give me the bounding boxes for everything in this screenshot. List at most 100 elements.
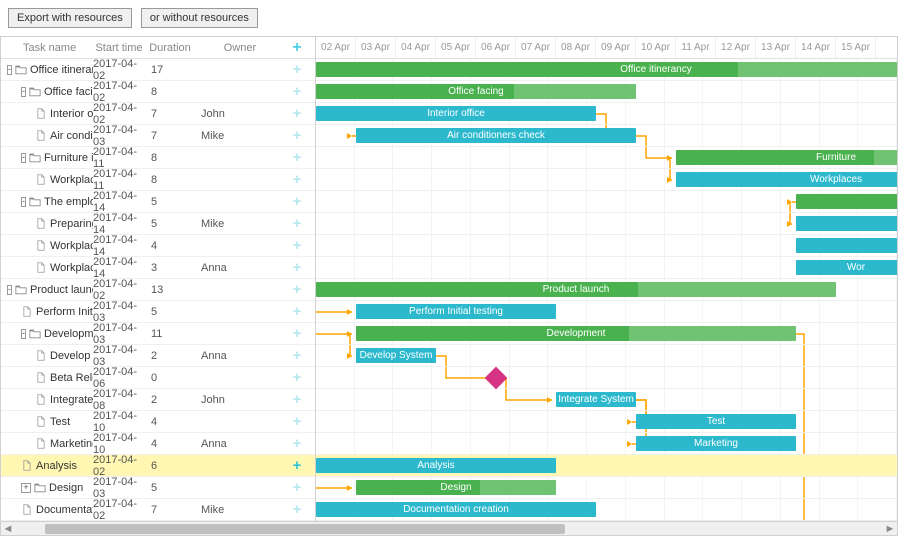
grid-row[interactable]: Preparing workplaces2017-04-145Mike+ [1, 213, 315, 235]
grid-row[interactable]: +Design2017-04-035+ [1, 477, 315, 499]
timeline-cell: 02 Apr [316, 37, 356, 58]
task-start: 2017-04-08 [93, 388, 145, 412]
task-bar[interactable]: Wor [796, 260, 897, 275]
add-subtask-button[interactable]: + [285, 281, 309, 298]
file-icon [35, 174, 47, 185]
task-owner: Anna [195, 438, 285, 450]
add-subtask-button[interactable]: + [285, 105, 309, 122]
add-subtask-button[interactable]: + [285, 237, 309, 254]
col-header-duration[interactable]: Duration [145, 42, 195, 54]
grid-row[interactable]: Integrate System2017-04-082John+ [1, 389, 315, 411]
group-bar[interactable]: Office facing [316, 84, 636, 99]
collapse-toggle[interactable]: - [21, 87, 26, 97]
col-header-name[interactable]: Task name [1, 42, 93, 54]
task-bar[interactable] [796, 238, 897, 253]
add-subtask-button[interactable]: + [285, 347, 309, 364]
task-bar[interactable] [796, 216, 897, 231]
group-bar[interactable]: Development [356, 326, 796, 341]
add-subtask-button[interactable]: + [285, 325, 309, 342]
file-icon [21, 460, 33, 471]
grid-row[interactable]: -Furniture installation2017-04-118+ [1, 147, 315, 169]
expand-toggle[interactable]: + [21, 483, 31, 493]
scroll-thumb[interactable] [45, 524, 565, 534]
grid-row[interactable]: -The employee relocation2017-04-145+ [1, 191, 315, 213]
add-subtask-button[interactable]: + [285, 127, 309, 144]
task-bar[interactable]: Interior office [316, 106, 596, 121]
add-subtask-button[interactable]: + [285, 193, 309, 210]
chart-row: Integrate System [316, 389, 897, 411]
task-bar[interactable]: Analysis [316, 458, 556, 473]
task-bar[interactable]: Documentation creation [316, 502, 596, 517]
task-name: Office facing [44, 86, 93, 98]
add-subtask-button[interactable]: + [285, 479, 309, 496]
grid-row[interactable]: Workplaces preparation2017-04-118+ [1, 169, 315, 191]
collapse-toggle[interactable]: - [7, 285, 12, 295]
grid-row[interactable]: -Office facing2017-04-028+ [1, 81, 315, 103]
grid-row[interactable]: Marketing2017-04-104Anna+ [1, 433, 315, 455]
group-bar[interactable] [796, 194, 897, 209]
task-bar[interactable]: Develop System [356, 348, 436, 363]
collapse-toggle[interactable]: - [7, 65, 12, 75]
milestone[interactable] [485, 367, 508, 390]
export-with-resources-button[interactable]: Export with resources [8, 8, 132, 28]
add-subtask-button[interactable]: + [285, 391, 309, 408]
bar-label: Documentation creation [403, 504, 509, 515]
chart-row [316, 213, 897, 235]
col-header-owner[interactable]: Owner [195, 42, 285, 54]
add-subtask-button[interactable]: + [285, 149, 309, 166]
bar-label: Perform Initial testing [409, 306, 503, 317]
add-subtask-button[interactable]: + [285, 413, 309, 430]
grid-row[interactable]: Test2017-04-104+ [1, 411, 315, 433]
add-subtask-button[interactable]: + [285, 171, 309, 188]
grid-row[interactable]: Analysis2017-04-026+ [1, 455, 315, 477]
add-subtask-button[interactable]: + [285, 435, 309, 452]
group-bar[interactable]: Office itinerancy [316, 62, 897, 77]
task-bar[interactable]: Integrate System [556, 392, 636, 407]
grid-row[interactable]: -Development2017-04-0311+ [1, 323, 315, 345]
add-subtask-button[interactable]: + [285, 259, 309, 276]
col-header-start[interactable]: Start time [93, 42, 145, 54]
add-subtask-button[interactable]: + [285, 457, 309, 474]
collapse-toggle[interactable]: - [21, 197, 26, 207]
grid-row[interactable]: Develop System2017-04-032Anna+ [1, 345, 315, 367]
grid-row[interactable]: Documentation creation2017-04-027Mike+ [1, 499, 315, 521]
group-bar[interactable]: Design [356, 480, 556, 495]
add-subtask-button[interactable]: + [285, 215, 309, 232]
add-subtask-button[interactable]: + [285, 303, 309, 320]
task-bar[interactable]: Air conditioners check [356, 128, 636, 143]
chart-body[interactable]: Office itinerancy Office facing Interior o… [316, 59, 897, 535]
group-bar[interactable]: Furniture [676, 150, 897, 165]
chart-pane: 02 Apr03 Apr04 Apr05 Apr06 Apr07 Apr08 A… [316, 37, 897, 535]
task-bar[interactable]: Workplaces [676, 172, 897, 187]
chart-row: Design [316, 477, 897, 499]
task-bar[interactable]: Test [636, 414, 796, 429]
task-name: Workplaces importation [50, 240, 93, 252]
grid-row[interactable]: Perform Initial testing2017-04-035+ [1, 301, 315, 323]
task-duration: 5 [145, 196, 195, 208]
grid-row[interactable]: -Office itinerancy2017-04-0217+ [1, 59, 315, 81]
collapse-toggle[interactable]: - [21, 329, 26, 339]
task-start: 2017-04-14 [93, 212, 145, 236]
add-subtask-button[interactable]: + [285, 501, 309, 518]
grid-row[interactable]: -Product launch2017-04-0213+ [1, 279, 315, 301]
horizontal-scrollbar[interactable]: ◄ ► [1, 521, 897, 535]
task-name: Workplaces preparation [50, 174, 93, 186]
grid-row[interactable]: Beta Release2017-04-060+ [1, 367, 315, 389]
grid-row[interactable]: Interior office2017-04-027John+ [1, 103, 315, 125]
task-bar[interactable]: Marketing [636, 436, 796, 451]
collapse-toggle[interactable]: - [21, 153, 26, 163]
add-subtask-button[interactable]: + [285, 83, 309, 100]
scroll-left-button[interactable]: ◄ [1, 523, 15, 535]
task-bar[interactable]: Perform Initial testing [356, 304, 556, 319]
group-bar[interactable]: Product launch [316, 282, 836, 297]
add-task-button[interactable]: + [285, 39, 309, 57]
grid-row[interactable]: Air conditioners check2017-04-037Mike+ [1, 125, 315, 147]
scroll-right-button[interactable]: ► [883, 523, 897, 535]
task-duration: 13 [145, 284, 195, 296]
export-without-resources-button[interactable]: or without resources [141, 8, 258, 28]
add-subtask-button[interactable]: + [285, 61, 309, 78]
add-subtask-button[interactable]: + [285, 369, 309, 386]
grid-row[interactable]: Workplaces exportation2017-04-143Anna+ [1, 257, 315, 279]
chart-row: Test [316, 411, 897, 433]
grid-row[interactable]: Workplaces importation2017-04-144+ [1, 235, 315, 257]
